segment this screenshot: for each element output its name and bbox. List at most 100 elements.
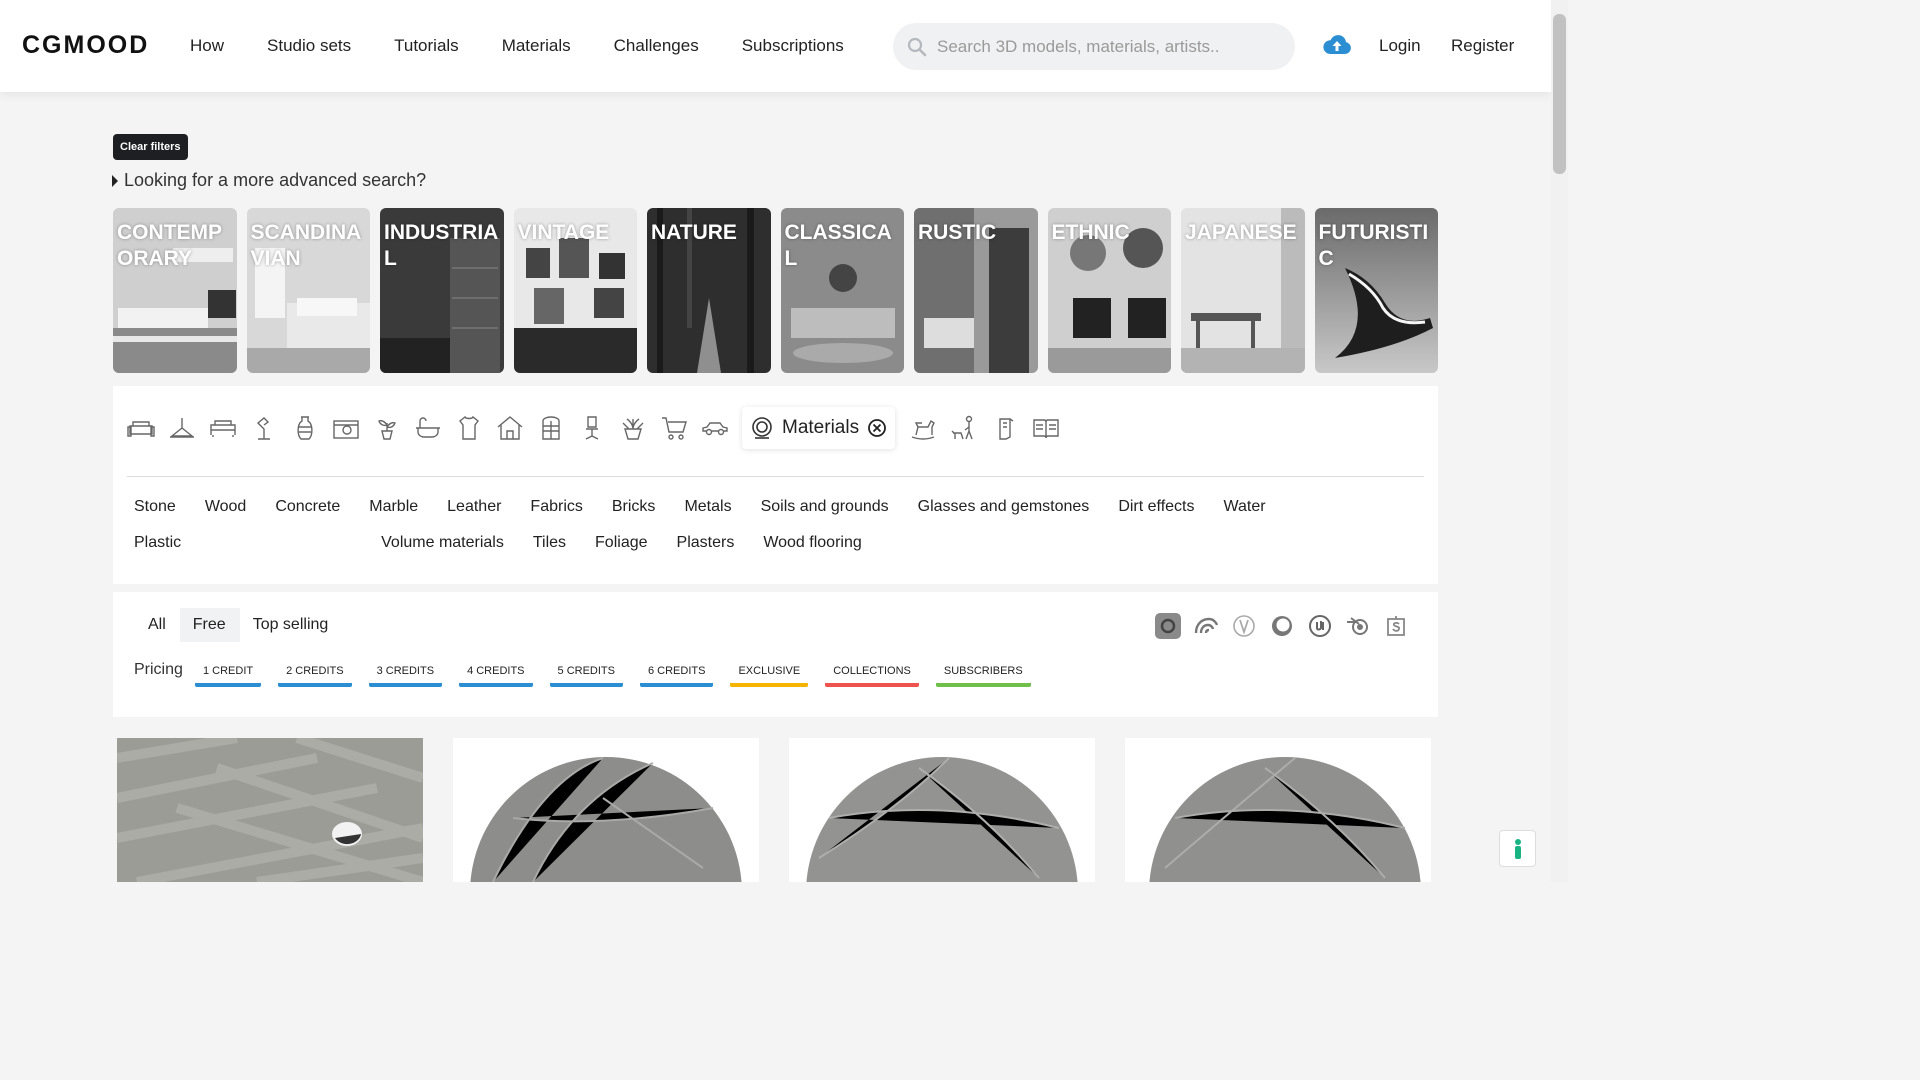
subcat-stone[interactable]: Stone bbox=[134, 496, 176, 517]
corona-icon[interactable] bbox=[1269, 613, 1295, 639]
nav-materials[interactable]: Materials bbox=[502, 36, 571, 56]
pricing-chip-6-credits[interactable]: 6 CREDITS bbox=[640, 662, 714, 687]
search-input[interactable] bbox=[937, 36, 1267, 57]
subcat-leather[interactable]: Leather bbox=[447, 496, 501, 517]
car-icon[interactable] bbox=[701, 414, 729, 442]
subcat-plasters[interactable]: Plasters bbox=[677, 532, 735, 553]
style-label: INDUSTRIAL bbox=[384, 221, 499, 270]
site-logo[interactable]: CGMOOD bbox=[22, 31, 149, 60]
plant-icon[interactable] bbox=[373, 414, 401, 442]
result-card-sphere-3[interactable] bbox=[1125, 738, 1431, 882]
pricing-chip-5-credits[interactable]: 5 CREDITS bbox=[549, 662, 623, 687]
active-category-materials[interactable]: Materials bbox=[742, 407, 896, 449]
nav-challenges[interactable]: Challenges bbox=[614, 36, 699, 56]
style-label: RUSTIC bbox=[918, 221, 997, 244]
nav-tutorials[interactable]: Tutorials bbox=[394, 36, 459, 56]
pricing-chip-collections[interactable]: COLLECTIONS bbox=[825, 662, 919, 687]
tab-all[interactable]: All bbox=[135, 608, 180, 642]
nav-studio-sets[interactable]: Studio sets bbox=[267, 36, 351, 56]
kitchen-icon[interactable] bbox=[332, 414, 360, 442]
style-cards: CONTEMPORARY SCANDINAVIAN INDUSTRIAL VIN… bbox=[113, 208, 1438, 373]
style-card-industrial[interactable]: INDUSTRIAL bbox=[380, 208, 504, 373]
subcat-marble[interactable]: Marble bbox=[369, 496, 418, 517]
clear-filters-button[interactable]: Clear filters bbox=[113, 134, 188, 160]
result-card-wood-flooring[interactable] bbox=[117, 738, 423, 882]
style-card-contemporary[interactable]: CONTEMPORARY bbox=[113, 208, 237, 373]
subcat-water[interactable]: Water bbox=[1223, 496, 1265, 517]
style-card-rustic[interactable]: RUSTIC bbox=[914, 208, 1038, 373]
info-person-icon bbox=[1514, 838, 1521, 859]
subcat-volume-materials[interactable]: Volume materials bbox=[381, 532, 504, 553]
active-category-label: Materials bbox=[782, 417, 860, 438]
vray-icon[interactable] bbox=[1231, 613, 1257, 639]
subcat-metals[interactable]: Metals bbox=[684, 496, 731, 517]
login-link[interactable]: Login bbox=[1379, 36, 1421, 56]
sofa-icon[interactable] bbox=[127, 414, 155, 442]
flower-pot-icon[interactable] bbox=[619, 414, 647, 442]
register-link[interactable]: Register bbox=[1451, 36, 1514, 56]
nav-how[interactable]: How bbox=[190, 36, 224, 56]
help-widget-button[interactable] bbox=[1499, 830, 1536, 867]
pricing-chip-exclusive[interactable]: EXCLUSIVE bbox=[730, 662, 809, 687]
desk-lamp-icon[interactable] bbox=[250, 414, 278, 442]
close-circle-icon[interactable] bbox=[867, 418, 887, 438]
cinema4d-icon[interactable] bbox=[1193, 613, 1219, 639]
style-card-classical[interactable]: CLASSICAL bbox=[780, 208, 904, 373]
panel-divider bbox=[127, 476, 1424, 477]
advanced-search-toggle[interactable]: Looking for a more advanced search? bbox=[112, 170, 426, 191]
vase-icon[interactable] bbox=[291, 414, 319, 442]
style-label: FUTURISTIC bbox=[1318, 221, 1429, 270]
tab-free[interactable]: Free bbox=[179, 608, 240, 642]
tab-top-selling[interactable]: Top selling bbox=[240, 608, 343, 642]
blender-icon[interactable] bbox=[1345, 613, 1371, 639]
nav-subscriptions[interactable]: Subscriptions bbox=[742, 36, 844, 56]
upload-cloud-icon[interactable] bbox=[1322, 33, 1352, 62]
result-thumbnail bbox=[1125, 738, 1431, 882]
clothing-icon[interactable] bbox=[455, 414, 483, 442]
scrollbar-thumb[interactable] bbox=[1553, 14, 1566, 174]
listing-filter-panel: All Free Top selling Pricing 1 CREDIT 2 … bbox=[113, 592, 1438, 717]
style-card-vintage[interactable]: VINTAGE bbox=[513, 208, 637, 373]
book-icon[interactable] bbox=[1032, 414, 1060, 442]
bathtub-icon[interactable] bbox=[414, 414, 442, 442]
rocking-horse-icon[interactable] bbox=[909, 414, 937, 442]
subcat-concrete[interactable]: Concrete bbox=[275, 496, 340, 517]
pricing-chip-1-credit[interactable]: 1 CREDIT bbox=[195, 662, 262, 687]
style-card-japanese[interactable]: JAPANESE bbox=[1181, 208, 1305, 373]
wardrobe-icon[interactable] bbox=[537, 414, 565, 442]
subcat-glasses-and-gemstones[interactable]: Glasses and gemstones bbox=[918, 496, 1090, 517]
style-card-futuristic[interactable]: FUTURISTIC bbox=[1314, 208, 1438, 373]
style-card-scandinavian[interactable]: SCANDINAVIAN bbox=[246, 208, 370, 373]
result-card-sphere-2[interactable] bbox=[789, 738, 1095, 882]
listing-tabs: All Free Top selling bbox=[135, 608, 342, 642]
appliance-icon[interactable] bbox=[991, 414, 1019, 442]
person-dog-icon[interactable] bbox=[950, 414, 978, 442]
unreal-icon[interactable] bbox=[1307, 613, 1333, 639]
subcat-fabrics[interactable]: Fabrics bbox=[530, 496, 582, 517]
cart-icon[interactable] bbox=[660, 414, 688, 442]
style-card-ethnic[interactable]: ETHNIC bbox=[1047, 208, 1171, 373]
subcat-dirt-effects[interactable]: Dirt effects bbox=[1118, 496, 1194, 517]
subcat-wood[interactable]: Wood bbox=[205, 496, 247, 517]
style-card-nature[interactable]: NATURE bbox=[647, 208, 771, 373]
subcat-tiles[interactable]: Tiles bbox=[533, 532, 566, 553]
subcat-wood-flooring[interactable]: Wood flooring bbox=[763, 532, 861, 553]
substance-icon[interactable] bbox=[1383, 613, 1409, 639]
pricing-chip-2-credits[interactable]: 2 CREDITS bbox=[278, 662, 352, 687]
3dsmax-icon[interactable] bbox=[1155, 613, 1181, 639]
subcat-bricks[interactable]: Bricks bbox=[612, 496, 656, 517]
bed-icon[interactable] bbox=[209, 414, 237, 442]
result-card-sphere-1[interactable] bbox=[453, 738, 759, 882]
lamp-icon[interactable] bbox=[168, 414, 196, 442]
office-chair-icon[interactable] bbox=[578, 414, 606, 442]
pricing-chip-4-credits[interactable]: 4 CREDITS bbox=[459, 662, 533, 687]
subcat-foliage[interactable]: Foliage bbox=[595, 532, 647, 553]
subcat-soils-and-grounds[interactable]: Soils and grounds bbox=[761, 496, 889, 517]
pricing-chip-3-credits[interactable]: 3 CREDITS bbox=[368, 662, 443, 687]
style-label: VINTAGE bbox=[517, 221, 610, 244]
house-icon[interactable] bbox=[496, 414, 524, 442]
subcat-plastic[interactable]: Plastic bbox=[134, 532, 181, 553]
search-bar[interactable] bbox=[893, 23, 1295, 70]
pricing-chip-subscribers[interactable]: SUBSCRIBERS bbox=[935, 662, 1031, 687]
style-label: JAPANESE bbox=[1185, 221, 1297, 244]
